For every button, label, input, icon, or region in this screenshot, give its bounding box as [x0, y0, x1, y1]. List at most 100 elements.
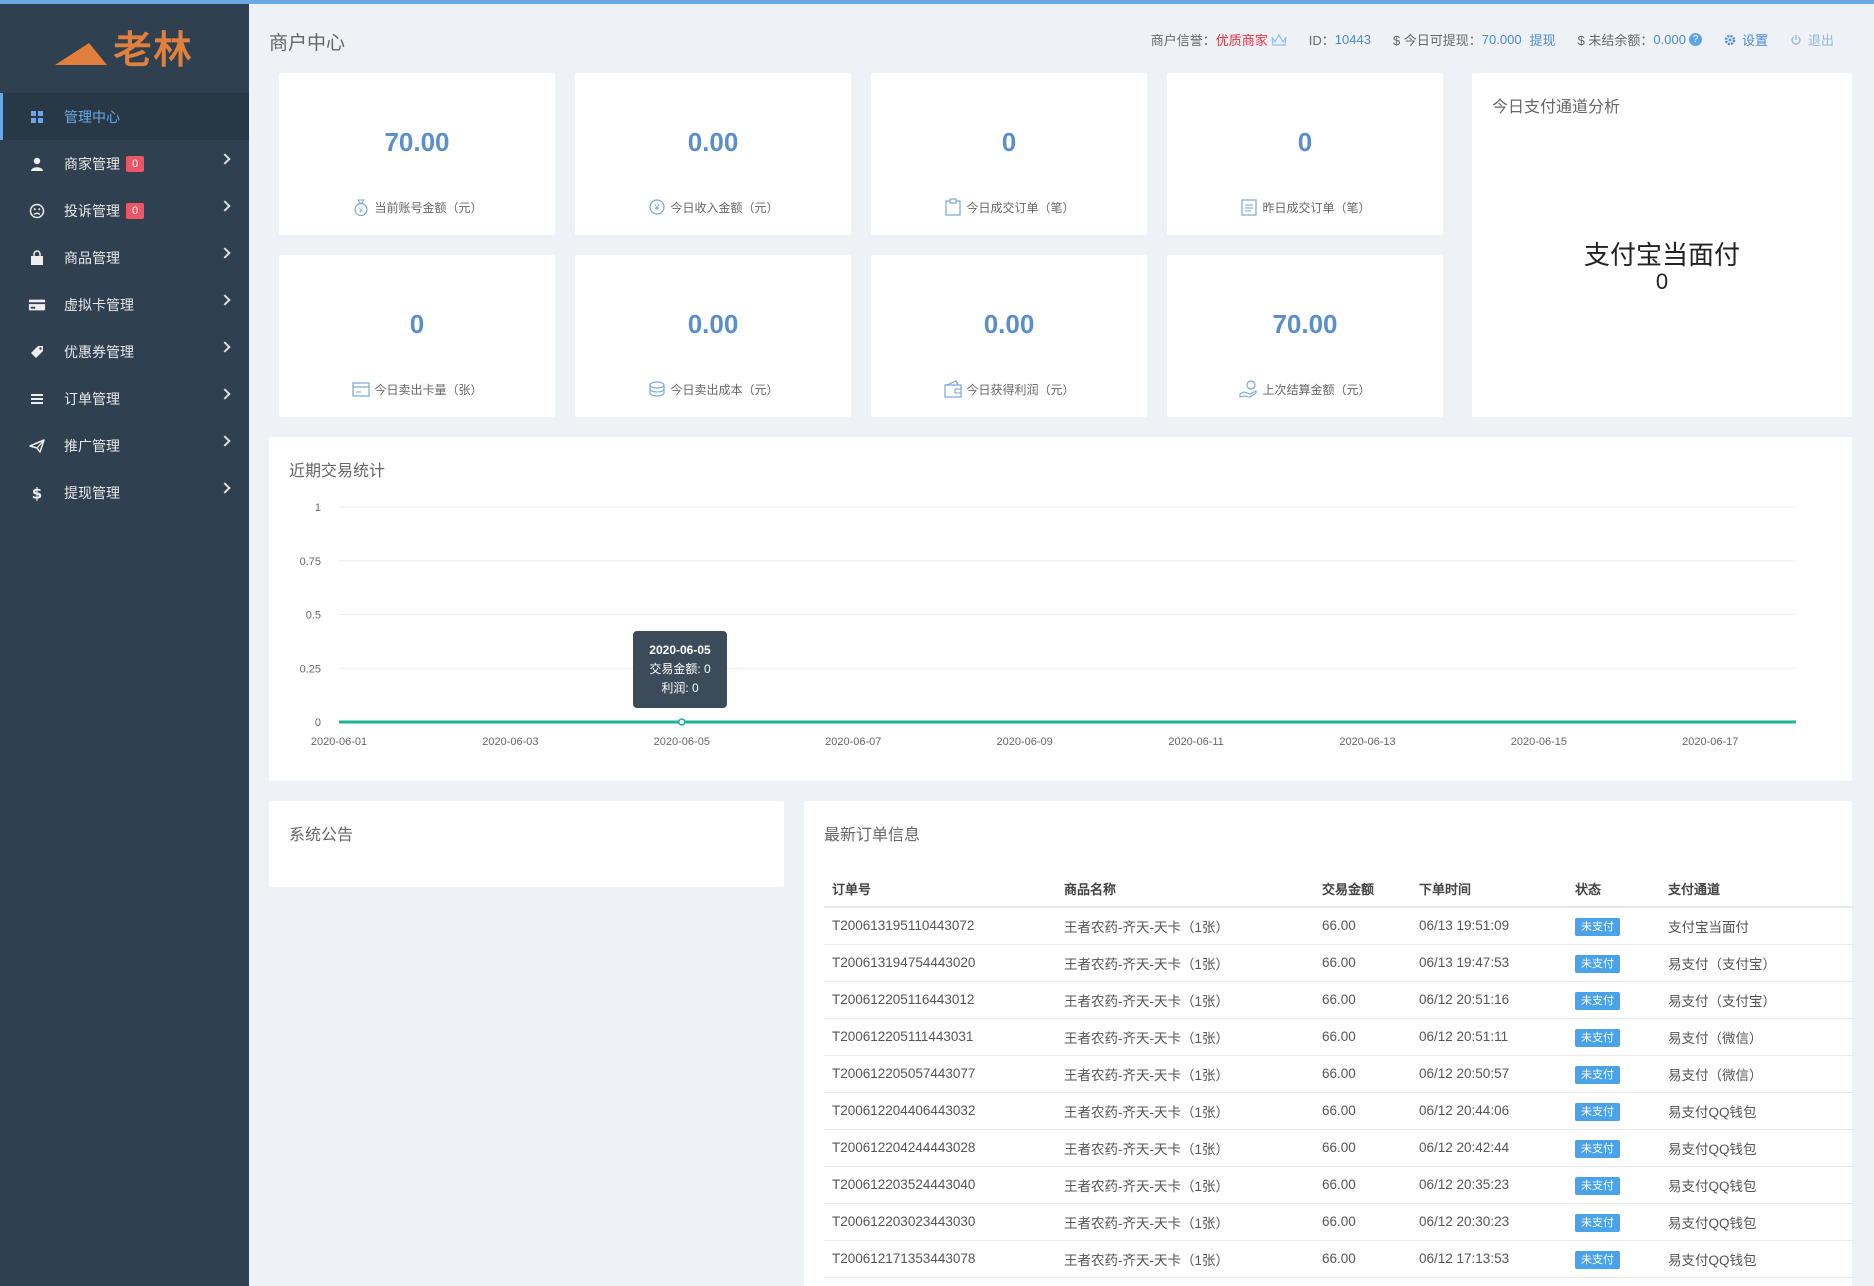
table-cell: T200612205116443012 [824, 981, 1056, 1019]
withdraw-value: 70.000 [1481, 32, 1522, 47]
status-badge: 未支付 [1575, 1102, 1620, 1121]
table-cell: 66.00 [1314, 1092, 1411, 1130]
table-cell: 66.00 [1314, 1055, 1411, 1093]
channel-value: 0 [1655, 269, 1669, 294]
table-row[interactable]: T200612203023443030 王者农药-齐天-天卡（1张） 66.00 06… [824, 1203, 1854, 1241]
merchant-id: ID： 10443 [1309, 30, 1371, 49]
unsettled-label: $ 未结余额： [1577, 33, 1654, 48]
sidebar-item-6[interactable]: 订单管理 [0, 375, 249, 422]
credit-label: 商户信誉： [1150, 33, 1216, 48]
column-header: 支付通道 [1660, 871, 1854, 908]
stat-value: 0.00 [687, 309, 739, 339]
stat-value: 0 [409, 309, 425, 339]
stat-value: 0.00 [687, 127, 739, 157]
table-row[interactable]: T200612205057443077 王者农药-齐天-天卡（1张） 66.00 06… [824, 1055, 1854, 1093]
table-row[interactable]: T200612171353443078 王者农药-齐天-天卡（1张） 66.00 06… [824, 1240, 1854, 1278]
coins-stack-icon [647, 379, 670, 399]
count-badge: 0 [126, 202, 145, 219]
card-icon [351, 379, 374, 399]
table-cell: T200612171353443078 [824, 1240, 1056, 1278]
table-cell: 王者农药-齐天-天卡（1张） [1056, 944, 1314, 982]
tooltip-amount: 交易金额: 0 [649, 662, 711, 676]
sidebar-item-5[interactable]: 优惠券管理 [0, 328, 249, 375]
orders-table: 订单号 商品名称 交易金额 下单时间 状态 支付通道 T20061319511044307… [824, 871, 1854, 1278]
table-row[interactable]: T200612204406443032 王者农药-齐天-天卡（1张） 66.00 06… [824, 1092, 1854, 1130]
settings-button[interactable]: 设置 [1724, 30, 1768, 49]
logo[interactable]: 老林 [0, 0, 249, 93]
withdraw-link[interactable]: 提现 [1530, 30, 1556, 49]
sidebar-item-label: 优惠券管理 [64, 343, 134, 360]
table-cell: 王者农药-齐天-天卡（1张） [1056, 1055, 1314, 1093]
table-cell: 06/12 17:13:53 [1411, 1240, 1567, 1278]
column-header: 交易金额 [1314, 871, 1411, 908]
table-cell: T200612204406443032 [824, 1092, 1056, 1130]
sidebar-item-label: 投诉管理 [64, 202, 120, 219]
table-row[interactable]: T200613195110443072 王者农药-齐天-天卡（1张） 66.00 06… [824, 907, 1854, 945]
status-badge: 未支付 [1575, 1213, 1620, 1232]
status-badge: 未支付 [1575, 954, 1620, 973]
table-cell: 易支付QQ钱包 [1660, 1240, 1854, 1278]
stat-value: 70.00 [384, 127, 450, 157]
table-cell: 易支付QQ钱包 [1660, 1129, 1854, 1167]
orders-title: 最新订单信息 [824, 827, 921, 844]
stat-value: 0 [1001, 127, 1017, 157]
x-tick-label: 2020-06-01 [311, 736, 367, 748]
logout-label: 退出 [1807, 33, 1834, 48]
ticket-icon [28, 343, 46, 361]
system-notice-panel: 系统公告 [269, 801, 784, 887]
sidebar-item-1[interactable]: 商家管理 0 [0, 140, 249, 187]
sidebar: 老林 管理中心 商家管理 0 投诉管理 0 商品管理 虚拟卡管理优惠券管理订单管理 推广管理 $… [0, 0, 249, 1286]
table-cell: 06/12 20:50:57 [1411, 1055, 1567, 1093]
stat-label-text: 昨日成交订单（笔） [1262, 200, 1371, 215]
table-cell: 王者农药-齐天-天卡（1张） [1056, 981, 1314, 1019]
table-cell: 王者农药-齐天-天卡（1张） [1056, 1129, 1314, 1167]
table-cell: 易支付（微信） [1660, 1018, 1854, 1056]
stat-card-5: 0.00 今日卖出成本（元） [575, 255, 851, 417]
withdrawable-today: $ 今日可提现： 70.000 提现 [1393, 30, 1556, 49]
status-badge: 未支付 [1575, 917, 1620, 936]
id-value: 10443 [1334, 32, 1371, 47]
sidebar-item-7[interactable]: 推广管理 [0, 422, 249, 469]
table-cell: 06/12 20:51:16 [1411, 981, 1567, 1019]
logo-text: 老林 [113, 27, 194, 72]
table-row[interactable]: T200612204244443028 王者农药-齐天-天卡（1张） 66.00 06… [824, 1129, 1854, 1167]
trade-line-chart[interactable]: 0 0.25 0.5 0.75 1 2020-06-01 2020-06-03 2020-06… [269, 437, 1852, 781]
table-cell: T200612205057443077 [824, 1055, 1056, 1093]
stat-label-text: 今日收入金额（元） [670, 200, 779, 215]
status-cell: 未支付 [1567, 1129, 1660, 1167]
hand-money-icon [1239, 379, 1262, 399]
table-cell: T200612205111443031 [824, 1018, 1056, 1056]
table-cell: 王者农药-齐天-天卡（1张） [1056, 1240, 1314, 1278]
sidebar-item-label: 提现管理 [64, 484, 120, 501]
table-row[interactable]: T200612205116443012 王者农药-齐天-天卡（1张） 66.00 06… [824, 981, 1854, 1019]
column-header: 下单时间 [1411, 871, 1567, 908]
table-cell: 66.00 [1314, 1203, 1411, 1241]
svg-text:¥: ¥ [654, 203, 661, 213]
x-tick-label: 2020-06-03 [482, 736, 538, 748]
help-icon[interactable]: ? [1688, 33, 1702, 46]
sidebar-nav: 管理中心 商家管理 0 投诉管理 0 商品管理 虚拟卡管理优惠券管理订单管理 推广管理 $ 提现管… [0, 93, 249, 516]
table-row[interactable]: T200613194754443020 王者农药-齐天-天卡（1张） 66.00 06… [824, 944, 1854, 982]
table-row[interactable]: T200612205111443031 王者农药-齐天-天卡（1张） 66.00 06… [824, 1018, 1854, 1056]
sidebar-item-4[interactable]: 虚拟卡管理 [0, 281, 249, 328]
sidebar-item-0[interactable]: 管理中心 [0, 93, 249, 140]
status-cell: 未支付 [1567, 1018, 1660, 1056]
stat-label: 今日卖出成本（元） [575, 379, 851, 399]
merchant-credit: 商户信誉： 优质商家 [1151, 30, 1287, 49]
yen-coin-icon: ¥ [647, 197, 670, 217]
header: 商户中心 商户信誉： 优质商家 ID： 10443 $ 今日可提现： 70.00… [249, 4, 1874, 72]
table-header-row: 订单号 商品名称 交易金额 下单时间 状态 支付通道 [824, 871, 1854, 908]
status-cell: 未支付 [1567, 981, 1660, 1019]
status-badge: 未支付 [1575, 1028, 1620, 1047]
stat-label: 今日获得利润（元） [871, 379, 1147, 399]
table-row[interactable]: T200612203524443040 王者农药-齐天-天卡（1张） 66.00 06… [824, 1166, 1854, 1204]
sidebar-item-3[interactable]: 商品管理 [0, 234, 249, 281]
sidebar-item-8[interactable]: $ 提现管理 [0, 469, 249, 516]
channel-name: 支付宝当面付 [1583, 240, 1740, 270]
channel-analysis-panel: 今日支付通道分析 支付宝当面付 0 [1472, 73, 1852, 417]
table-cell: 06/12 20:35:23 [1411, 1166, 1567, 1204]
sidebar-item-2[interactable]: 投诉管理 0 [0, 187, 249, 234]
stat-label: ¥ 今日收入金额（元） [575, 197, 851, 217]
logout-button[interactable]: 退出 [1790, 30, 1834, 49]
shopping-bag-icon [28, 249, 46, 267]
